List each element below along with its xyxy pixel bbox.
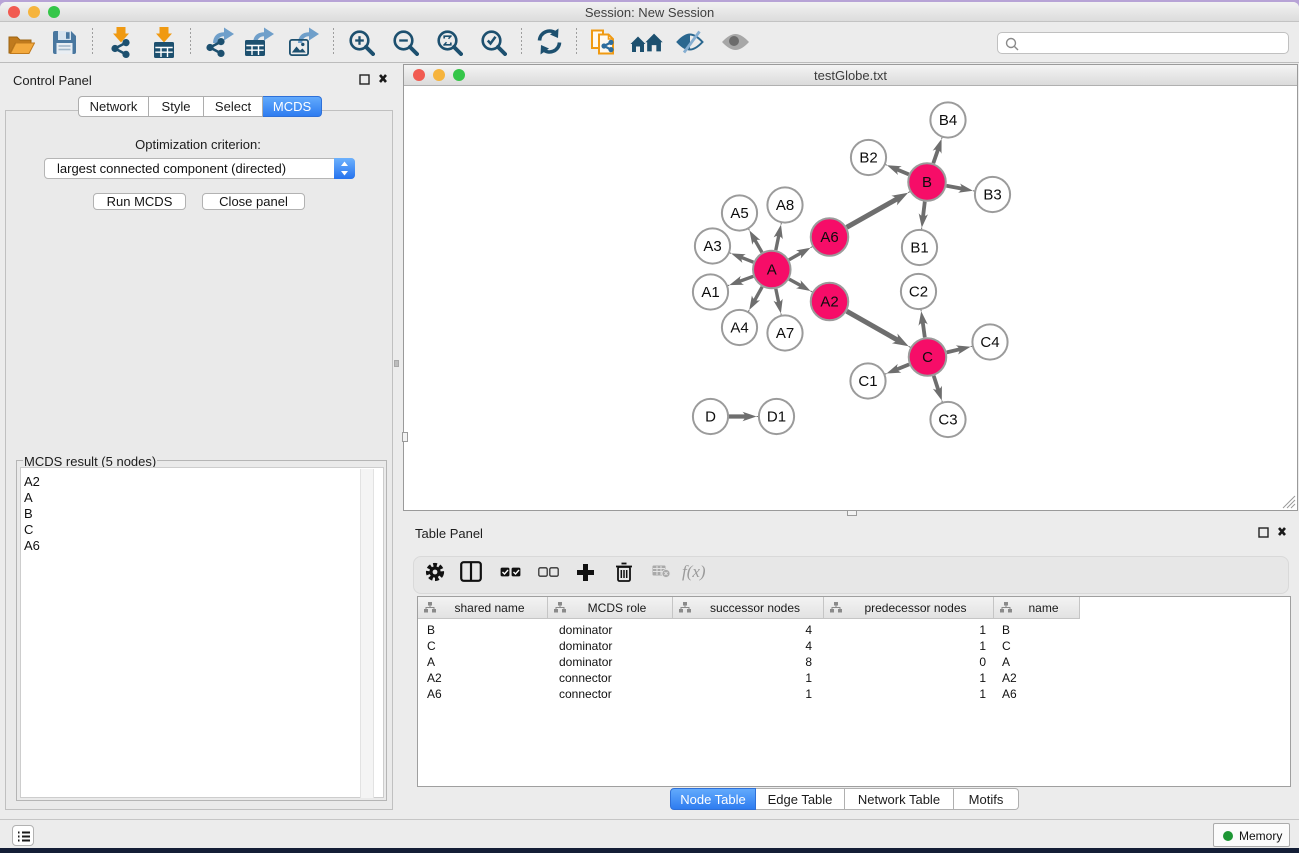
- svg-text:C2: C2: [909, 284, 928, 301]
- svg-text:A: A: [767, 262, 777, 279]
- svg-text:B3: B3: [983, 187, 1001, 204]
- svg-text:C1: C1: [858, 373, 877, 390]
- svg-text:D: D: [705, 409, 716, 426]
- svg-text:B4: B4: [939, 112, 957, 129]
- svg-text:A4: A4: [730, 320, 748, 337]
- svg-text:D1: D1: [767, 409, 786, 426]
- svg-text:A6: A6: [820, 229, 838, 246]
- svg-text:C4: C4: [980, 334, 999, 351]
- svg-text:A5: A5: [730, 205, 748, 222]
- svg-text:A8: A8: [776, 197, 794, 214]
- svg-text:B1: B1: [910, 240, 928, 257]
- svg-text:A3: A3: [703, 238, 721, 255]
- svg-text:A7: A7: [776, 325, 794, 342]
- svg-text:A1: A1: [701, 284, 719, 301]
- svg-text:C3: C3: [938, 412, 957, 429]
- svg-text:B2: B2: [859, 150, 877, 167]
- svg-text:C: C: [922, 349, 933, 366]
- svg-text:B: B: [922, 174, 932, 191]
- svg-text:A2: A2: [820, 294, 838, 311]
